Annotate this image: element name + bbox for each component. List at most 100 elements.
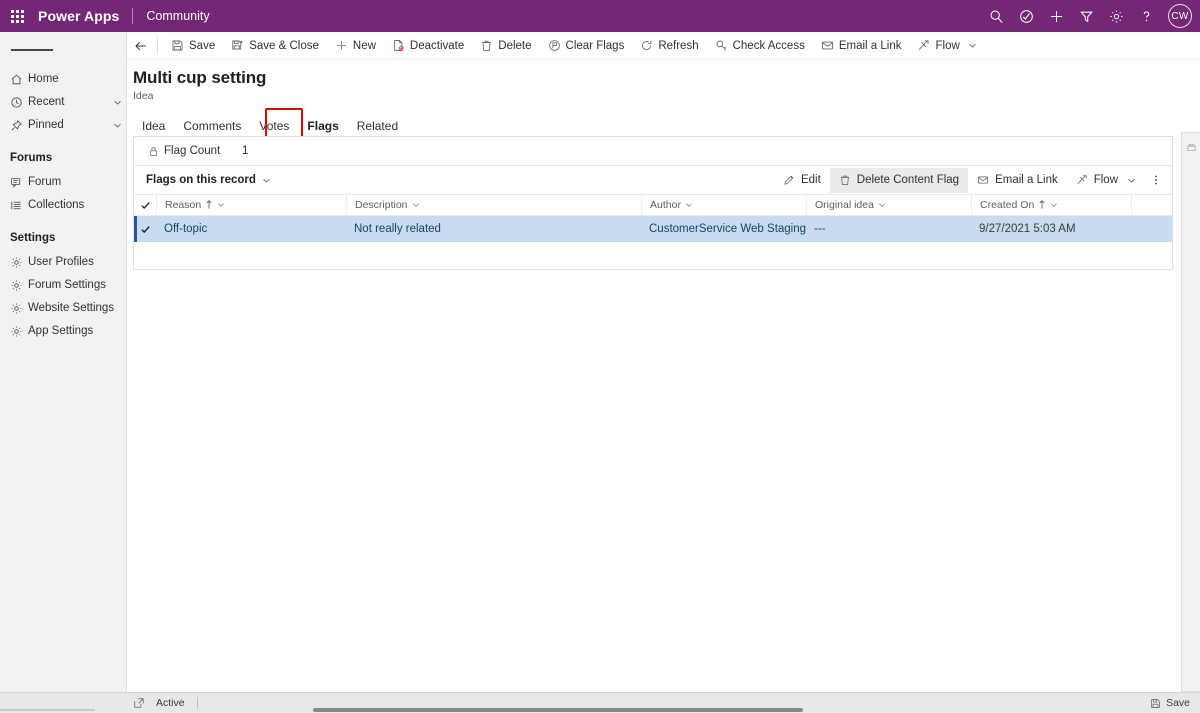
row-checkbox[interactable] — [134, 216, 156, 242]
clear-flags-button[interactable]: Clear Flags — [540, 32, 633, 60]
scrollbar-track — [0, 709, 95, 711]
sidebar-item-home[interactable]: Home — [0, 68, 126, 90]
email-a-link-button[interactable]: Email a Link — [813, 32, 910, 60]
gear-icon — [10, 279, 28, 292]
column-header-author[interactable]: Author — [641, 195, 806, 215]
subgrid-view-name: Flags on this record — [146, 174, 256, 186]
grid-header-row: Reason Description Author Original idea … — [134, 195, 1172, 216]
command-label: Email a Link — [838, 39, 902, 52]
command-label: Save — [189, 39, 216, 52]
collections-icon — [10, 199, 28, 212]
refresh-button[interactable]: Refresh — [632, 32, 706, 60]
flag-count-label-group: Flag Count — [134, 145, 254, 157]
command-label: Check Access — [732, 39, 805, 52]
subgrid-action-label: Edit — [800, 174, 821, 186]
help-icon[interactable] — [1131, 0, 1161, 32]
sidebar-item-website-settings[interactable]: Website Settings — [0, 297, 126, 319]
column-label: Original idea — [815, 199, 874, 211]
sidebar-item-forum[interactable]: Forum — [0, 171, 126, 193]
chevron-down-icon[interactable] — [217, 201, 225, 209]
command-label: Clear Flags — [565, 39, 625, 52]
sidebar-item-label: App Settings — [28, 325, 94, 337]
trash-icon — [480, 39, 493, 52]
email-link-icon — [977, 174, 989, 186]
delete-content-flag-button[interactable]: Delete Content Flag — [829, 167, 969, 193]
forum-icon — [10, 176, 28, 189]
sidebar-item-app-settings[interactable]: App Settings — [0, 320, 126, 342]
chevron-down-icon[interactable] — [108, 98, 126, 107]
search-icon[interactable] — [981, 0, 1011, 32]
environment-name[interactable]: Community — [146, 9, 209, 23]
gear-icon[interactable] — [1101, 0, 1131, 32]
assistant-icon[interactable] — [1011, 0, 1041, 32]
app-launcher-waffle-icon[interactable] — [0, 0, 34, 32]
sort-ascending-icon — [1038, 199, 1046, 211]
column-label: Author — [650, 199, 681, 211]
cell-description[interactable]: Not really related — [346, 216, 641, 242]
chevron-down-icon[interactable] — [1050, 201, 1058, 209]
command-label: Delete — [498, 39, 532, 52]
trash-icon — [839, 174, 851, 186]
subgrid-action-label: Delete Content Flag — [856, 174, 960, 186]
subgrid-action-label: Email a Link — [995, 174, 1058, 186]
cell-reason[interactable]: Off-topic — [156, 216, 346, 242]
filter-icon[interactable] — [1071, 0, 1101, 32]
sidebar-item-recent[interactable]: Recent — [0, 91, 126, 113]
brand-divider — [132, 8, 134, 24]
back-button[interactable] — [127, 32, 155, 60]
check-access-button[interactable]: Check Access — [707, 32, 813, 60]
command-label: Deactivate — [409, 39, 465, 52]
plus-icon[interactable] — [1041, 0, 1071, 32]
cell-original-idea: --- — [814, 223, 826, 235]
sidebar-item-user-profiles[interactable]: User Profiles — [0, 251, 126, 273]
subgrid-overflow-menu-icon[interactable] — [1145, 168, 1167, 193]
save-and-close-button[interactable]: Save & Close — [223, 32, 327, 60]
deactivate-button[interactable]: Deactivate — [384, 32, 472, 60]
sidebar-item-forum-settings[interactable]: Forum Settings — [0, 274, 126, 296]
save-close-icon — [231, 39, 244, 52]
flow-button[interactable]: Flow — [909, 32, 984, 60]
sidebar-toggle-hamburger-icon[interactable] — [0, 32, 126, 68]
scrollbar-thumb[interactable] — [313, 708, 803, 712]
chevron-down-icon[interactable] — [1127, 176, 1136, 185]
brand-title[interactable]: Power Apps — [38, 8, 119, 24]
column-header-spacer — [1131, 195, 1172, 215]
chevron-down-icon[interactable] — [108, 121, 126, 130]
sidebar-item-pinned[interactable]: Pinned — [0, 114, 126, 136]
chevron-down-icon[interactable] — [262, 176, 271, 185]
plus-icon — [335, 39, 348, 52]
delete-button[interactable]: Delete — [472, 32, 539, 60]
column-header-description[interactable]: Description — [346, 195, 641, 215]
pin-icon — [10, 119, 28, 132]
save-button[interactable]: Save — [163, 32, 223, 60]
related-pane-icon[interactable] — [1182, 137, 1200, 157]
user-avatar[interactable]: CW — [1168, 4, 1192, 28]
cell-author[interactable]: CustomerService Web Staging — [641, 216, 806, 242]
lock-icon — [148, 146, 159, 157]
subgrid-view-selector[interactable]: Flags on this record — [146, 174, 271, 186]
new-button[interactable]: New — [327, 32, 384, 60]
column-header-created-on[interactable]: Created On — [971, 195, 1131, 215]
subgrid-email-a-link-button[interactable]: Email a Link — [968, 168, 1067, 193]
column-header-original-idea[interactable]: Original idea — [806, 195, 971, 215]
chevron-down-icon[interactable] — [878, 201, 886, 209]
chevron-down-icon[interactable] — [968, 41, 977, 50]
table-row[interactable]: Off-topic Not really related CustomerSer… — [134, 216, 1172, 242]
command-label: Save & Close — [249, 39, 319, 52]
sidebar-item-label: Collections — [28, 199, 85, 211]
top-bar-actions: CW — [981, 0, 1200, 32]
gear-icon — [10, 256, 28, 269]
column-label: Reason — [165, 199, 202, 211]
sidebar-item-collections[interactable]: Collections — [0, 194, 126, 216]
select-all-checkbox[interactable] — [134, 195, 156, 215]
horizontal-scrollbar[interactable] — [0, 708, 1200, 713]
chevron-down-icon[interactable] — [685, 201, 693, 209]
chevron-down-icon[interactable] — [412, 201, 420, 209]
cell-created-on: 9/27/2021 5:03 AM — [979, 223, 1076, 235]
subgrid-flow-button[interactable]: Flow — [1067, 168, 1145, 193]
subgrid-edit-button[interactable]: Edit — [774, 168, 830, 193]
left-sidebar: Home Recent Pinned Forums Forum Collecti… — [0, 32, 127, 713]
home-icon — [10, 73, 28, 86]
check-access-icon — [715, 39, 728, 52]
column-header-reason[interactable]: Reason — [156, 195, 346, 215]
